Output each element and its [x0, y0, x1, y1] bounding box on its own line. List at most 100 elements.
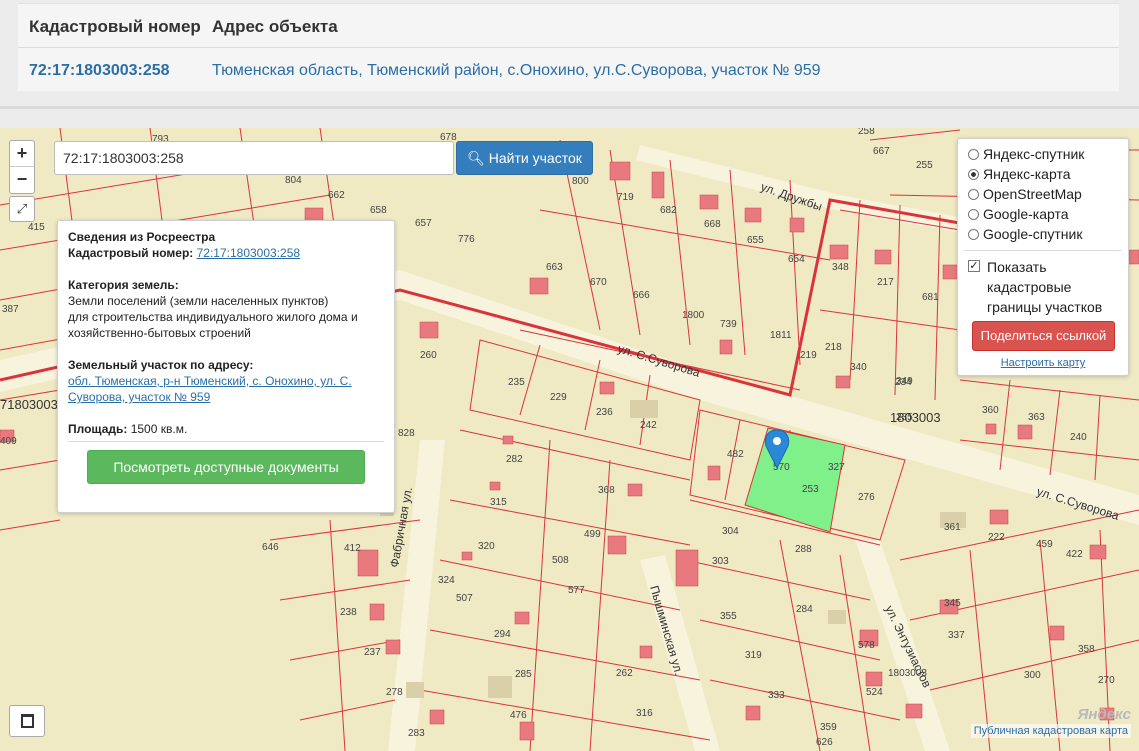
parcel-label: 507 [456, 593, 473, 604]
popup-title: Сведения из Росреестра [68, 230, 216, 244]
parcel-label: 276 [858, 492, 875, 503]
parcel-label: 409 [0, 436, 17, 447]
parcel-label: 320 [478, 541, 495, 552]
zoom-in-button[interactable]: + [10, 141, 34, 167]
parcel-label: 229 [550, 392, 567, 403]
address-link[interactable]: Тюменская область, Тюменский район, с.Он… [212, 62, 821, 80]
ruler-button[interactable] [9, 705, 45, 737]
find-parcel-button[interactable]: 🔍︎ Найти участок [456, 141, 593, 175]
search-input[interactable] [54, 141, 454, 175]
layer-option-label: Яндекс-спутник [983, 146, 1085, 162]
parcel-label: 284 [796, 604, 813, 615]
parcel-label: 657 [415, 218, 432, 229]
parcel-label: 422 [1066, 549, 1083, 560]
parcel-label: 278 [386, 687, 403, 698]
parcel-label: 240 [1070, 432, 1087, 443]
parcel-info-popup: Сведения из Росреестра Кадастровый номер… [57, 220, 395, 513]
parcel-label: 358 [1078, 644, 1095, 655]
parcel-label: 345 [944, 598, 961, 609]
layer-option-google-map[interactable]: Google-карта [968, 206, 1069, 226]
radio-selected-icon [968, 169, 979, 180]
parcel-label: 237 [364, 647, 381, 658]
parcel-label: 316 [636, 708, 653, 719]
parcel-label: 626 [816, 737, 833, 748]
radio-icon [968, 149, 979, 160]
parcel-label: 360 [982, 405, 999, 416]
cadastral-number-link[interactable]: 72:17:1803003:258 [29, 62, 170, 80]
parcel-label: 340 [850, 362, 867, 373]
configure-map-link[interactable]: Настроить карту [958, 357, 1128, 369]
parcel-label: 238 [340, 607, 357, 618]
parcel-label: 303 [712, 556, 729, 567]
parcel-label: 258 [858, 128, 875, 137]
zoom-control: + − [9, 140, 35, 194]
popup-area-row: Площадь: 1500 кв.м. [68, 421, 384, 437]
parcel-label: 476 [510, 710, 527, 721]
parcel-label: 270 [1098, 675, 1115, 686]
find-parcel-label: Найти участок [488, 150, 582, 166]
parcel-label: 828 [398, 428, 415, 439]
fullscreen-button[interactable]: ⤢ [9, 196, 35, 222]
popup-area-value: 1500 кв.м. [130, 422, 188, 436]
popup-category-label: Категория земель: [68, 278, 179, 292]
parcel-label: 776 [458, 234, 475, 245]
parcel-label: 324 [438, 575, 455, 586]
parcel-label: 663 [546, 262, 563, 273]
parcel-label: 337 [948, 630, 965, 641]
parcel-label: 222 [988, 532, 1005, 543]
parcel-label: 282 [506, 454, 523, 465]
parcel-label: 682 [660, 205, 677, 216]
parcel-label: 319 [745, 650, 762, 661]
parcel-label: 666 [633, 290, 650, 301]
parcel-label: 294 [494, 629, 511, 640]
copyright-link[interactable]: Публичная кадастровая карта [970, 724, 1131, 738]
layer-option-yandex-satellite[interactable]: Яндекс-спутник [968, 146, 1084, 166]
parcel-label: 327 [828, 462, 845, 473]
col-address-header: Адрес объекта [212, 17, 338, 36]
parcel-label: 348 [832, 262, 849, 273]
popup-area-label: Площадь: [68, 422, 128, 436]
layer-option-label: Google-спутник [983, 226, 1083, 242]
parcel-label: 219 [800, 350, 817, 361]
layer-option-osm[interactable]: OpenStreetMap [968, 186, 1082, 206]
layer-switcher: Яндекс-спутник Яндекс-карта OpenStreetMa… [957, 138, 1129, 376]
parcel-label: 578 [858, 640, 875, 651]
parcel-label: 499 [584, 529, 601, 540]
parcel-label: 359 [820, 722, 837, 733]
radio-icon [968, 229, 979, 240]
parcel-label: 242 [640, 420, 657, 431]
share-link-button[interactable]: Поделиться ссылкой [972, 321, 1115, 351]
popup-category-text: Земли поселений (земли населенных пункто… [68, 294, 329, 308]
zoom-out-button[interactable]: − [10, 167, 34, 193]
popup-address-link[interactable]: обл. Тюменская, р-н Тюменский, с. Онохин… [68, 374, 352, 404]
layer-option-label: OpenStreetMap [983, 186, 1082, 202]
parcel-label: 668 [704, 219, 721, 230]
parcel-label: 304 [722, 526, 739, 537]
col-cadastral-header: Кадастровый номер [29, 17, 201, 36]
popup-cad-link[interactable]: 72:17:1803003:258 [197, 246, 300, 260]
parcel-label: 262 [616, 668, 633, 679]
parcel-label: 670 [590, 277, 607, 288]
layer-option-google-satellite[interactable]: Google-спутник [968, 226, 1082, 246]
view-documents-button[interactable]: Посмотреть доступные документы [87, 450, 365, 484]
layer-divider [964, 250, 1122, 251]
parcel-label: 508 [552, 555, 569, 566]
parcel-label: 459 [1036, 539, 1053, 550]
layer-option-yandex-map[interactable]: Яндекс-карта [968, 166, 1070, 186]
parcel-label: 667 [873, 146, 890, 157]
radio-icon [968, 189, 979, 200]
parcel-label: 1800 [682, 310, 705, 321]
parcel-label: 739 [720, 319, 737, 330]
parcel-label: 236 [596, 407, 613, 418]
parcel-label: 662 [328, 190, 345, 201]
show-borders-label: Показать кадастровые границы участков [987, 259, 1103, 315]
table-header: Кадастровый номер Адрес объекта [18, 4, 1119, 48]
parcel-label: 719 [617, 192, 634, 203]
parcel-label: 524 [866, 687, 883, 698]
parcel-label: 646 [262, 542, 279, 553]
parcel-label: 804 [285, 175, 302, 186]
yandex-logo: Яндекс [1077, 706, 1131, 723]
quarter-label: 71803003 [0, 397, 58, 412]
parcel-label: 253 [802, 484, 819, 495]
show-borders-checkbox[interactable]: ✓ [968, 260, 980, 272]
